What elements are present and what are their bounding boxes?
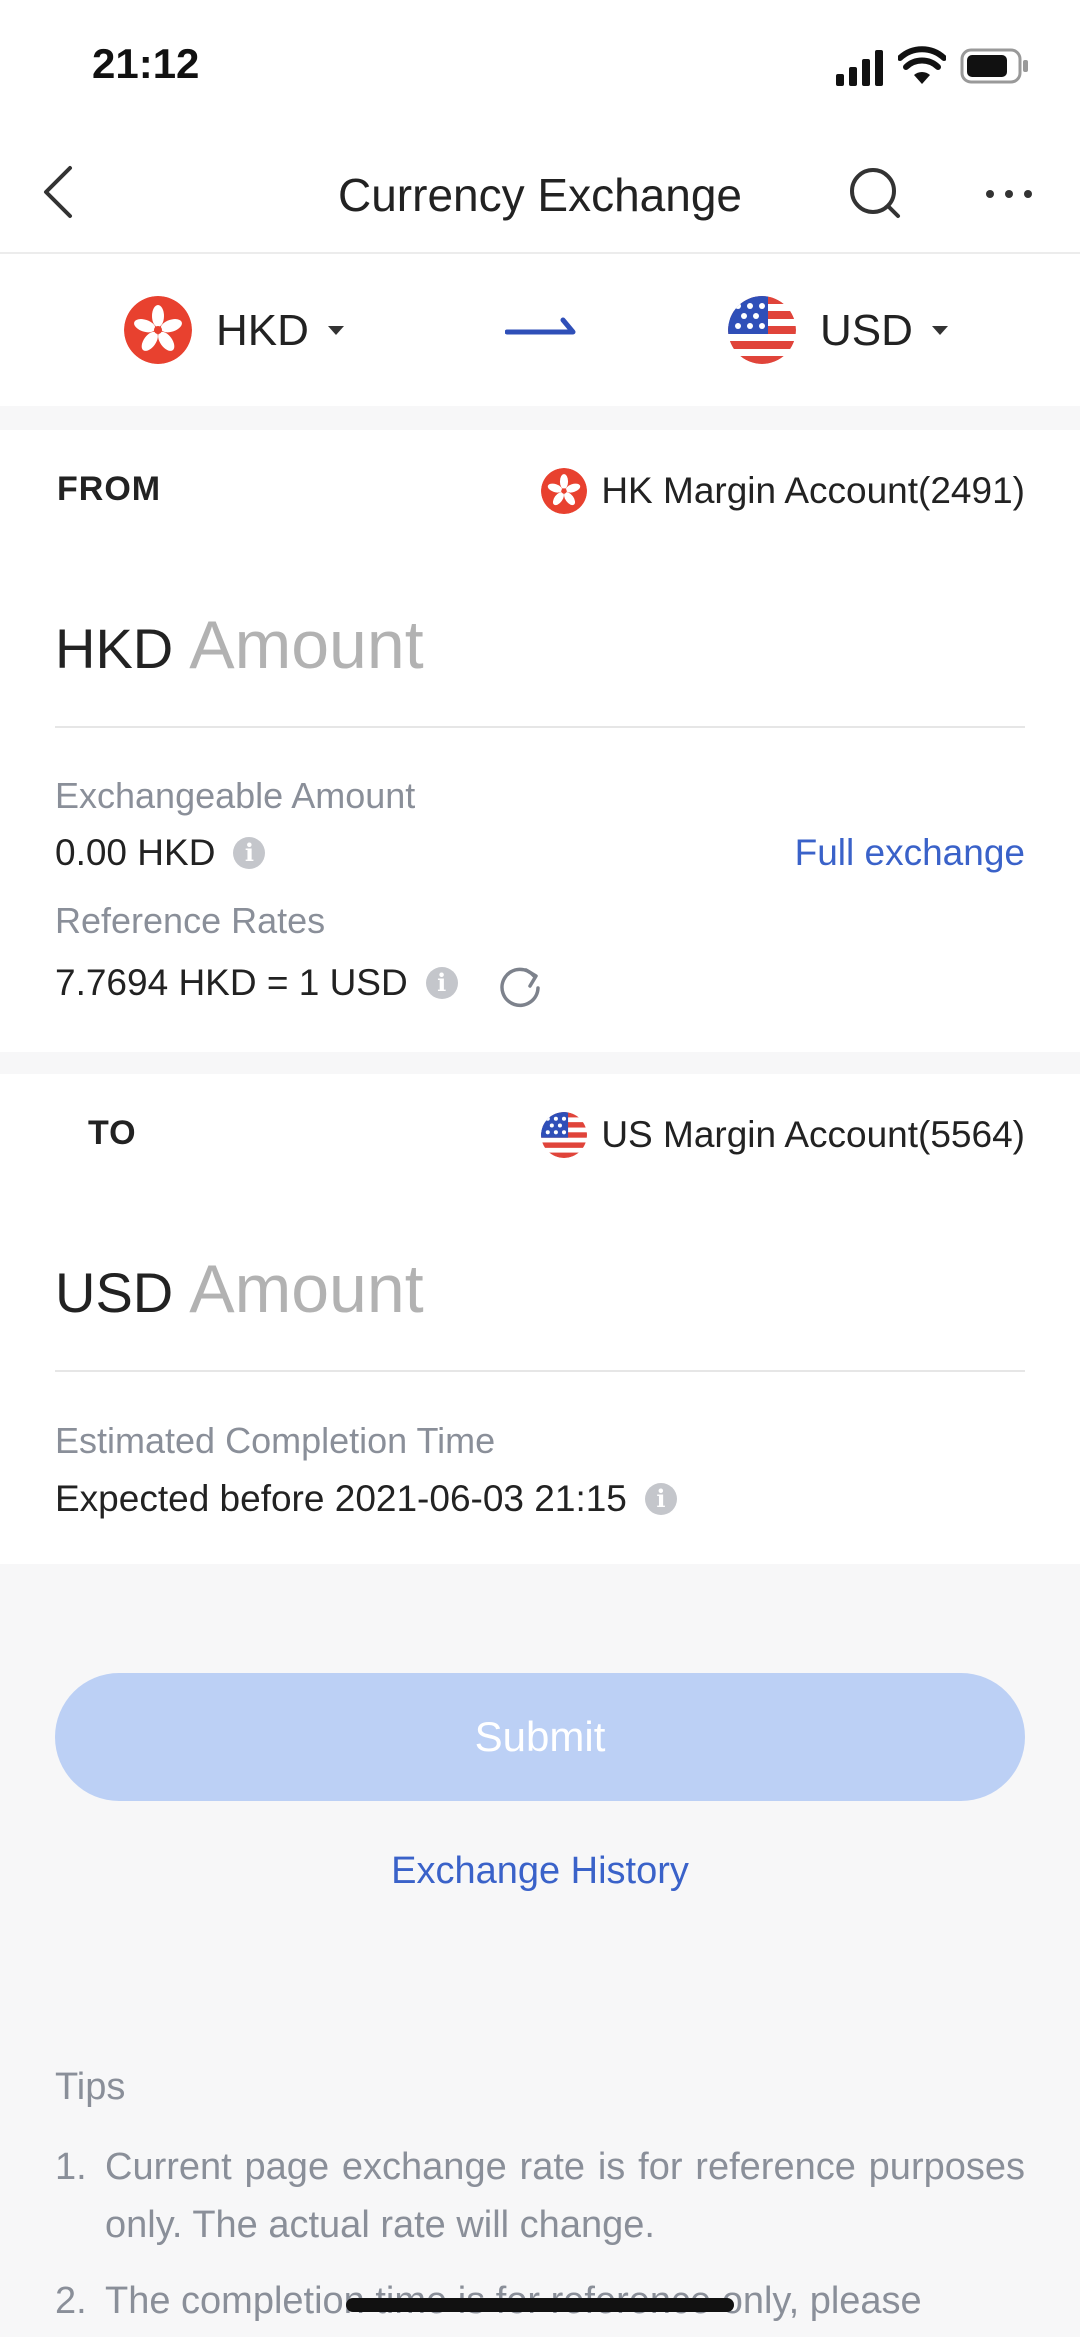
us-flag-icon [541, 1112, 588, 1158]
info-icon[interactable]: i [644, 1483, 677, 1515]
nav-bar: Currency Exchange [0, 130, 1080, 254]
home-indicator [346, 2298, 734, 2312]
tip-number: 2. [55, 2280, 87, 2322]
from-account-selector[interactable]: HK Margin Account(2491) [541, 466, 1025, 516]
to-amount-currency: USD [55, 1261, 174, 1324]
exchangeable-label: Exchangeable Amount [55, 775, 416, 816]
full-exchange-link[interactable]: Full exchange [795, 832, 1025, 874]
from-card: FROM HK Margin Account(2491) HKD Amount … [0, 430, 1080, 1052]
reference-rates-row: 7.7694 HKD = 1 USD i [55, 956, 544, 1010]
exchangeable-value: 0.00 HKD [55, 832, 216, 873]
refresh-icon[interactable] [496, 962, 544, 1010]
exchange-history-link[interactable]: Exchange History [0, 1850, 1080, 1893]
from-amount-input[interactable]: HKD Amount [55, 606, 1025, 696]
from-currency-code: HKD [216, 306, 309, 355]
exchangeable-row: 0.00 HKD i [55, 832, 266, 874]
reference-rates-value: 7.7694 HKD = 1 USD [55, 962, 408, 1003]
from-currency-dropdown[interactable]: HKD [124, 294, 364, 366]
eta-label: Estimated Completion Time [55, 1420, 496, 1461]
currency-selector: HKD USD [0, 254, 1080, 406]
tip-text: Current page exchange rate is for refere… [105, 2146, 1025, 2246]
to-label: TO [88, 1114, 137, 1152]
submit-button[interactable]: Submit [55, 1673, 1025, 1801]
chevron-down-icon [932, 326, 948, 335]
chevron-down-icon [328, 326, 344, 335]
hk-flag-icon [124, 296, 192, 364]
tip-number: 1. [55, 2146, 87, 2188]
status-time: 21:12 [92, 40, 200, 87]
tips-title: Tips [55, 2066, 126, 2108]
from-account-name: HK Margin Account(2491) [601, 470, 1025, 511]
battery-icon [960, 48, 1028, 84]
to-currency-code: USD [820, 306, 913, 355]
divider [55, 726, 1025, 728]
to-account-name: US Margin Account(5564) [601, 1114, 1025, 1155]
us-flag-icon [728, 296, 796, 364]
info-icon[interactable]: i [233, 837, 266, 869]
wifi-icon [898, 46, 946, 84]
page-title: Currency Exchange [338, 169, 742, 221]
to-amount-input[interactable]: USD Amount [55, 1250, 1025, 1340]
from-amount-currency: HKD [55, 617, 174, 680]
reference-rates-label: Reference Rates [55, 900, 326, 941]
to-account-selector[interactable]: US Margin Account(5564) [541, 1110, 1025, 1160]
from-amount-placeholder: Amount [189, 607, 424, 683]
eta-row: Expected before 2021-06-03 21:15 i [55, 1478, 677, 1520]
info-icon[interactable]: i [425, 967, 458, 999]
from-label: FROM [57, 470, 162, 508]
exchange-arrow-icon[interactable] [505, 314, 577, 338]
search-icon[interactable] [848, 166, 902, 220]
hk-flag-icon [541, 468, 588, 514]
eta-value: Expected before 2021-06-03 21:15 [55, 1478, 627, 1519]
to-amount-placeholder: Amount [189, 1251, 424, 1327]
signal-icon [836, 50, 883, 86]
status-bar: 21:12 [0, 0, 1080, 130]
to-currency-dropdown[interactable]: USD [728, 294, 968, 366]
divider [55, 1370, 1025, 1372]
more-icon[interactable] [984, 188, 1034, 200]
to-card: TO US Margin Account(5564) USD Amount Es… [0, 1074, 1080, 1564]
tip-item: 1. Current page exchange rate is for ref… [55, 2138, 1025, 2254]
